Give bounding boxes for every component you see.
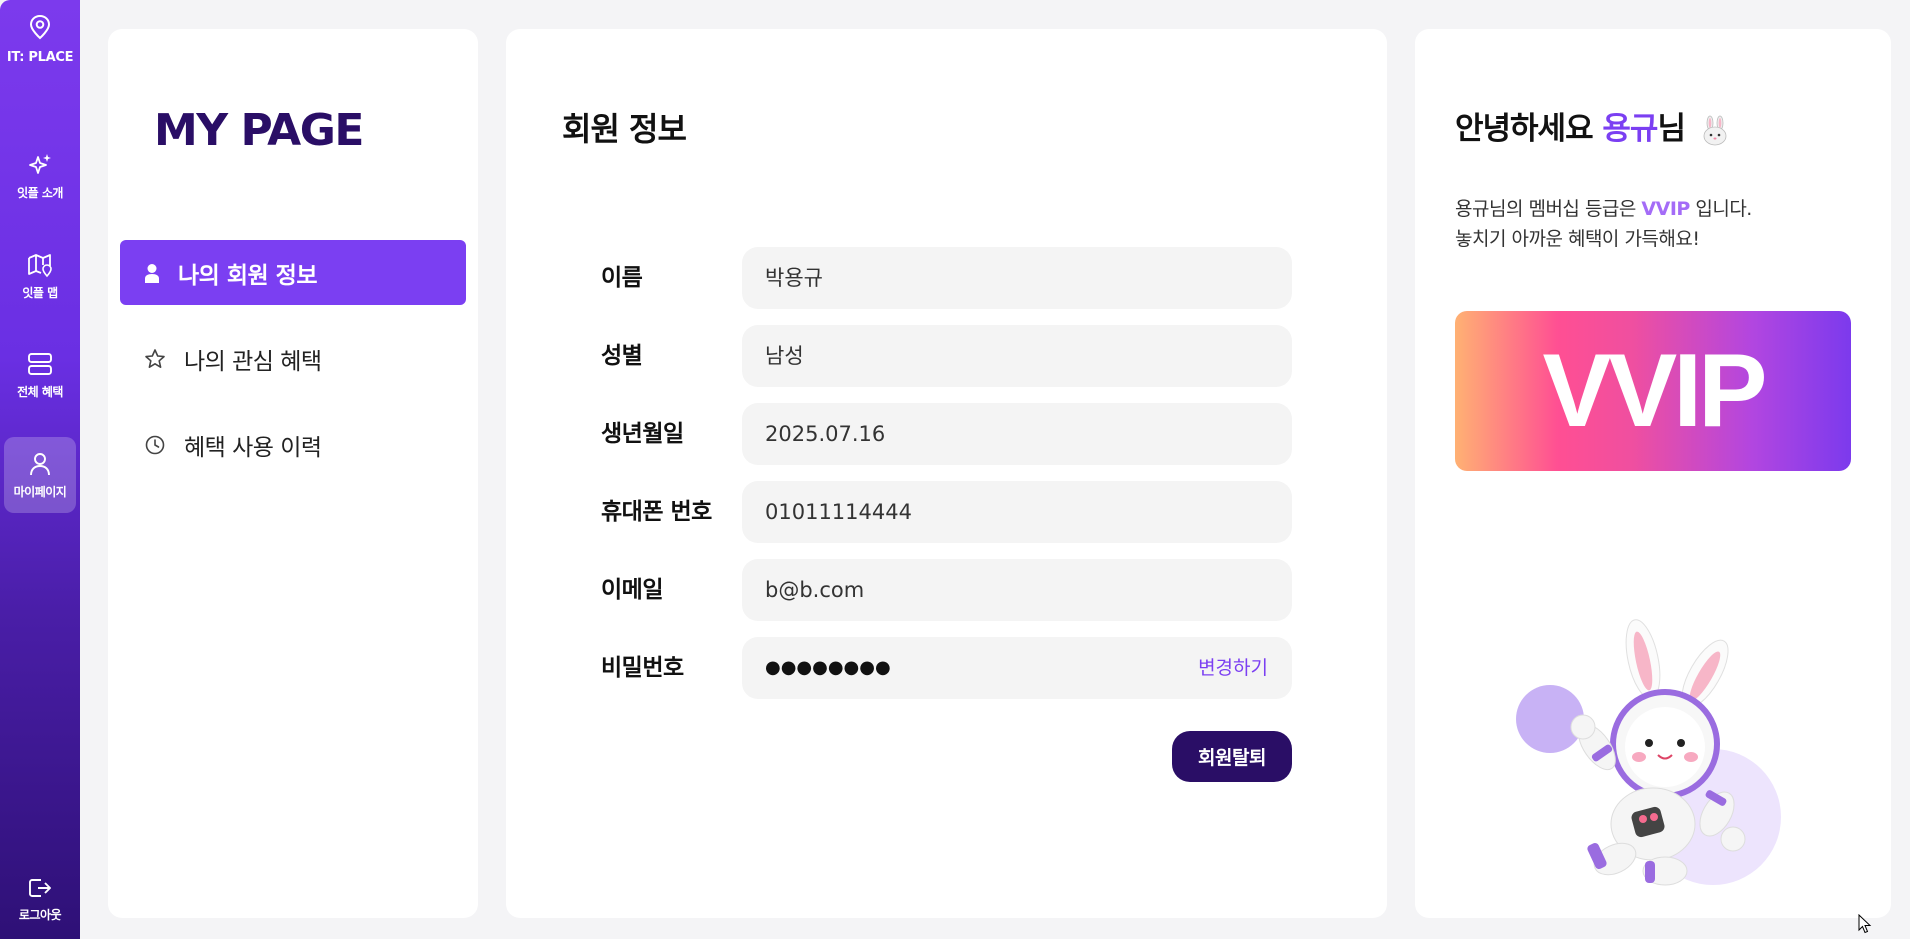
withdraw-button[interactable]: 회원탈퇴 <box>1172 731 1292 782</box>
change-password-link[interactable]: 변경하기 <box>1198 637 1268 699</box>
nav-item-label: 잇플 소개 <box>17 186 63 200</box>
sparkles-icon <box>29 154 51 174</box>
membership-line1-prefix: 용규님의 멤버십 등급은 <box>1455 198 1642 220</box>
phone-label: 휴대폰 번호 <box>601 499 712 525</box>
birthdate-field[interactable]: 2025.07.16 <box>742 403 1292 465</box>
member-info-title: 회원 정보 <box>562 110 687 148</box>
menu-item-label: 혜택 사용 이력 <box>184 434 322 461</box>
phone-row: 휴대폰 번호 01011114444 <box>601 481 1292 543</box>
list-icon <box>28 353 52 375</box>
membership-line2: 놓치기 아까운 혜택이 가득해요! <box>1455 228 1700 250</box>
menu-item-favorite-benefits[interactable]: 나의 관심 혜택 <box>120 326 466 391</box>
nav-item-mypage[interactable]: 마이페이지 <box>4 437 76 513</box>
name-label: 이름 <box>601 265 643 291</box>
email-row: 이메일 b@b.com <box>601 559 1292 621</box>
nav-item-all-benefits[interactable]: 전체 혜택 <box>4 337 76 413</box>
map-icon <box>28 254 52 278</box>
mypage-title: MY PAGE <box>154 105 364 156</box>
menu-item-label: 나의 관심 혜택 <box>184 348 322 375</box>
menu-item-benefit-history[interactable]: 혜택 사용 이력 <box>120 412 466 477</box>
tier-badge-card: VVIP <box>1455 311 1851 471</box>
logout-button[interactable]: 로그아웃 <box>4 858 76 930</box>
clock-icon <box>145 435 165 454</box>
email-label: 이메일 <box>601 577 663 603</box>
user-icon <box>30 453 50 476</box>
tier-badge-text: VVIP <box>1542 332 1768 449</box>
password-label: 비밀번호 <box>601 655 684 681</box>
name-field[interactable]: 박용규 <box>742 247 1292 309</box>
location-pin-icon <box>29 14 51 40</box>
password-mask: ●●●●●●●● <box>765 657 891 678</box>
person-icon <box>145 263 159 283</box>
menu-item-my-info[interactable]: 나의 회원 정보 <box>120 240 466 305</box>
mypage-menu-panel: MY PAGE 나의 회원 정보 나의 관심 혜택 혜택 사용 이력 <box>108 29 478 918</box>
password-field[interactable]: ●●●●●●●● 변경하기 <box>742 637 1292 699</box>
birthdate-row: 생년월일 2025.07.16 <box>601 403 1292 465</box>
membership-panel: 안녕하세요 용규님 용규님의 멤버십 등급은 VVIP 입니다. 놓치기 아까운… <box>1415 29 1891 918</box>
membership-description: 용규님의 멤버십 등급은 VVIP 입니다. 놓치기 아까운 혜택이 가득해요! <box>1455 194 1752 254</box>
greeting-suffix: 님 <box>1657 111 1686 147</box>
greeting-prefix: 안녕하세요 <box>1455 111 1603 147</box>
nav-item-map[interactable]: 잇플 맵 <box>4 238 76 314</box>
side-nav-rail: IT: PLACE 잇플 소개 잇플 맵 전체 혜택 마이페이지 로그아웃 <box>0 0 80 939</box>
gender-field[interactable]: 남성 <box>742 325 1292 387</box>
phone-field[interactable]: 01011114444 <box>742 481 1292 543</box>
nav-item-label: 잇플 맵 <box>22 286 58 300</box>
astronaut-bunny-illustration <box>1516 619 1781 886</box>
membership-line1-suffix: 입니다. <box>1689 198 1752 220</box>
menu-item-label: 나의 회원 정보 <box>178 262 317 289</box>
membership-tier: VVIP <box>1641 198 1690 220</box>
password-row: 비밀번호 ●●●●●●●● 변경하기 <box>601 637 1292 699</box>
app-logo-text: IT: PLACE <box>6 50 74 65</box>
star-icon <box>145 348 165 368</box>
bunny-icon <box>1703 115 1727 145</box>
mouse-cursor-icon <box>1858 914 1872 934</box>
nav-item-label: 전체 혜택 <box>17 385 63 399</box>
user-name: 용규 <box>1602 111 1658 147</box>
nav-item-about[interactable]: 잇플 소개 <box>4 138 76 214</box>
gender-label: 성별 <box>601 343 643 369</box>
gender-row: 성별 남성 <box>601 325 1292 387</box>
nav-item-label: 마이페이지 <box>13 485 67 499</box>
birthdate-label: 생년월일 <box>601 421 684 447</box>
member-info-panel: 회원 정보 이름 박용규 성별 남성 생년월일 2025.07.16 휴대폰 번… <box>506 29 1387 918</box>
app-logo[interactable]: IT: PLACE <box>0 14 80 65</box>
name-row: 이름 박용규 <box>601 247 1292 309</box>
logout-icon <box>29 879 51 897</box>
email-field[interactable]: b@b.com <box>742 559 1292 621</box>
logout-label: 로그아웃 <box>18 908 62 922</box>
greeting-title: 안녕하세요 용규님 <box>1455 103 1731 148</box>
